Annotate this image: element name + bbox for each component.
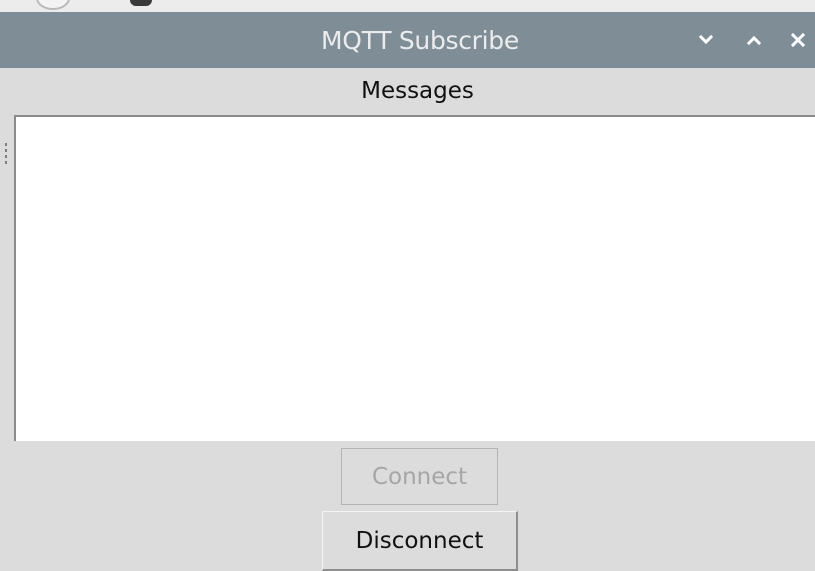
app-window: MQTT Subscribe Messages Connect Disconne… — [0, 12, 815, 571]
messages-listbox[interactable] — [14, 115, 815, 441]
chevron-down-icon — [698, 34, 714, 45]
disconnect-button[interactable]: Disconnect — [322, 511, 518, 571]
desktop-icon-partial — [130, 0, 152, 6]
maximize-button[interactable] — [740, 26, 768, 54]
desktop-background — [0, 0, 815, 12]
messages-label: Messages — [361, 78, 474, 104]
chevron-up-icon — [746, 35, 762, 46]
minimize-button[interactable] — [692, 26, 720, 54]
connect-button[interactable]: Connect — [341, 448, 498, 505]
title-bar[interactable]: MQTT Subscribe — [0, 12, 815, 68]
close-icon — [790, 32, 806, 48]
close-button[interactable] — [784, 26, 812, 54]
resize-handle[interactable] — [5, 143, 7, 165]
desktop-icon-partial — [36, 0, 70, 10]
